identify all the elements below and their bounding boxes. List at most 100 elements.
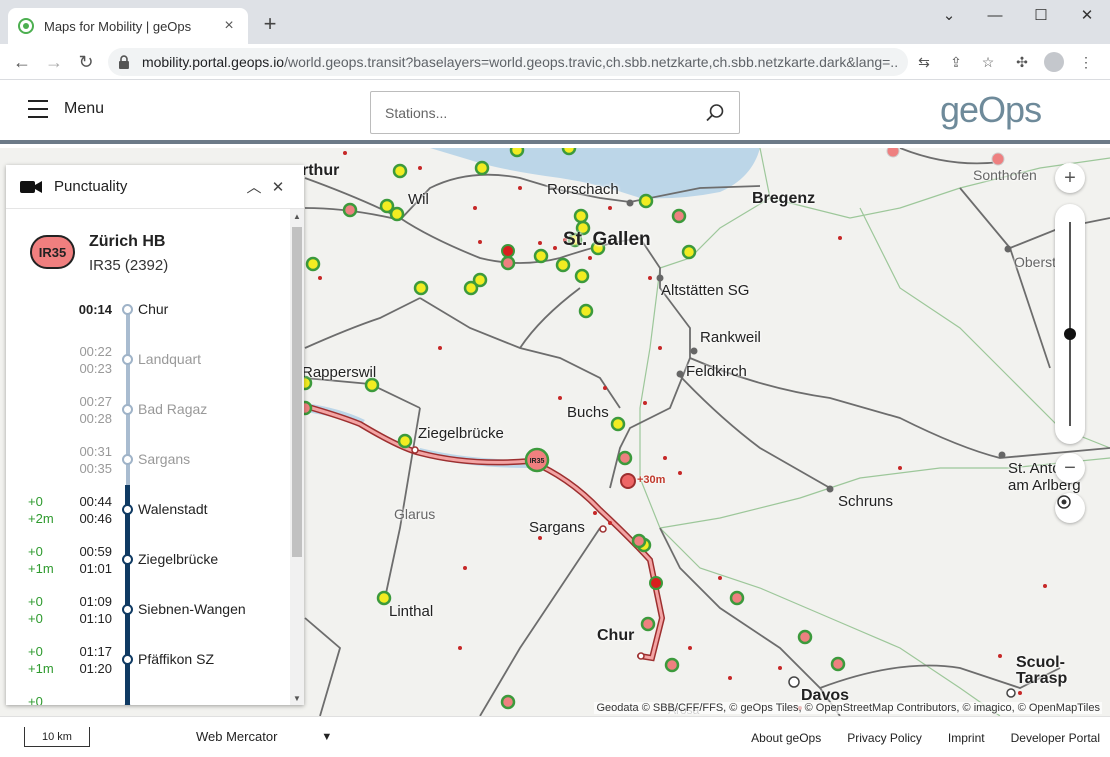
- minimize-icon[interactable]: —: [972, 0, 1018, 30]
- davos-station: [788, 676, 800, 688]
- stop-name: Landquart: [138, 351, 202, 367]
- zoom-out-button[interactable]: −: [1055, 453, 1085, 483]
- stop-times: 01:17 01:20: [79, 644, 112, 676]
- label-ziegelbrucke: Ziegelbrücke: [418, 425, 504, 442]
- stop-times: 01:27: [70, 701, 112, 705]
- stop-row[interactable]: 00:31 00:35 Sargans: [6, 443, 290, 493]
- footer: 10 km Web Mercator ▼ About geOps Privacy …: [0, 716, 1110, 757]
- search-icon[interactable]: [705, 103, 725, 123]
- zoom-slider[interactable]: [1055, 204, 1085, 444]
- label-tarasp: Tarasp: [1016, 670, 1068, 687]
- train-badge: IR35: [30, 235, 75, 269]
- menu-button[interactable]: Menu: [28, 100, 104, 118]
- url-text: mobility.portal.geops.io/world.geops.tra…: [141, 54, 898, 70]
- label-altstatten: Altstätten SG: [661, 282, 750, 299]
- stop-node: [122, 704, 133, 705]
- extensions-icon[interactable]: ✣: [1006, 50, 1038, 74]
- stop-times: 00:59 01:01: [79, 544, 112, 576]
- browser-tab[interactable]: Maps for Mobility | geOps ×: [8, 8, 248, 44]
- scroll-up-icon[interactable]: ▲: [290, 209, 304, 223]
- label-winterthur: rthur: [302, 162, 340, 179]
- zoom-slider-thumb[interactable]: [1064, 328, 1076, 340]
- stop-node: [122, 404, 133, 415]
- lock-icon: [118, 55, 129, 69]
- map-attribution[interactable]: Geodata © SBB/CFF/FFS, © geOps Tiles, © …: [594, 702, 1102, 714]
- reload-icon[interactable]: ↻: [74, 50, 98, 74]
- station-search-input[interactable]: [385, 104, 705, 121]
- stop-node: [122, 304, 133, 315]
- label-st-gallen: St. Gallen: [563, 229, 651, 250]
- label-schruns: Schruns: [838, 493, 894, 510]
- tab-title: Maps for Mobility | geOps: [44, 18, 192, 34]
- close-window-icon[interactable]: ✕: [1064, 0, 1110, 30]
- tab-search-icon[interactable]: ⌄: [926, 0, 972, 30]
- stop-row[interactable]: +0 +1m 01:17 01:20 Pfäffikon SZ: [6, 643, 290, 693]
- footer-link[interactable]: Developer Portal: [1011, 731, 1100, 745]
- train-destination: Zürich HB: [89, 233, 166, 250]
- label-bregenz: Bregenz: [752, 190, 816, 207]
- projection-select[interactable]: Web Mercator ▼: [196, 729, 332, 744]
- footer-link[interactable]: Imprint: [948, 731, 985, 745]
- stop-row[interactable]: 00:14 Chur: [6, 293, 290, 343]
- label-wil: Wil: [408, 191, 429, 208]
- panel-title: Punctuality: [54, 178, 128, 195]
- delayed-trains: [297, 202, 846, 710]
- label-rorschach: Rorschach: [547, 181, 619, 198]
- stop-row[interactable]: +0 +2m 00:44 00:46 Walenstadt: [6, 493, 290, 543]
- projection-label: Web Mercator: [196, 729, 278, 744]
- scroll-down-icon[interactable]: ▼: [290, 691, 304, 705]
- city-dots: [626, 199, 1012, 493]
- label-rankweil: Rankweil: [700, 329, 761, 346]
- profile-avatar-icon[interactable]: [1044, 52, 1064, 72]
- back-icon[interactable]: ←: [10, 50, 34, 74]
- footer-link[interactable]: About geOps: [751, 731, 821, 745]
- stop-row[interactable]: 00:27 00:28 Bad Ragaz: [6, 393, 290, 443]
- stop-times: 01:09 01:10: [79, 594, 112, 626]
- stop-times: 00:22 00:23: [79, 344, 112, 376]
- panel-header: Punctuality ︿ ✕: [6, 165, 304, 209]
- panel-scrollbar[interactable]: ▲ ▼: [290, 209, 304, 705]
- stop-node: [122, 354, 133, 365]
- stop-delay: +0 +1m: [28, 644, 54, 676]
- stop-name: Bad Ragaz: [138, 401, 208, 417]
- label-glarus: Glarus: [394, 506, 436, 522]
- window-controls: ⌄ — ☐ ✕: [926, 0, 1110, 30]
- stop-delay: +0 +0: [28, 594, 43, 626]
- delayed-train-marker[interactable]: [620, 473, 636, 489]
- new-tab-icon[interactable]: +: [258, 12, 282, 36]
- stop-times: 00:44 00:46: [79, 494, 112, 526]
- geolocate-button[interactable]: [1055, 493, 1085, 523]
- stop-row[interactable]: +0 +0 01:09 01:10 Siebnen-Wangen: [6, 593, 290, 643]
- bookmark-star-icon[interactable]: ☆: [972, 50, 1004, 74]
- delay-tag: +30m: [637, 474, 666, 486]
- video-camera-icon: [20, 180, 42, 193]
- scroll-thumb[interactable]: [292, 227, 302, 557]
- tab-close-icon[interactable]: ×: [220, 17, 238, 35]
- stop-delay: +0 +1m: [28, 544, 54, 576]
- more-menu-icon[interactable]: ⋮: [1070, 50, 1102, 74]
- stop-name: Pfäffikon SZ: [138, 651, 215, 667]
- footer-links: About geOps Privacy Policy Imprint Develope…: [725, 731, 1100, 745]
- geops-logo[interactable]: geOps: [940, 89, 1065, 132]
- label-feldkirch: Feldkirch: [686, 363, 747, 380]
- label-buchs: Buchs: [567, 404, 609, 421]
- panel-close-icon[interactable]: ✕: [266, 178, 290, 196]
- zoom-in-button[interactable]: +: [1055, 163, 1085, 193]
- punctuality-panel: Punctuality ︿ ✕ IR35 Zürich HB IR35 (239…: [6, 165, 304, 705]
- stop-row[interactable]: +0 +1m 00:59 01:01 Ziegelbrücke: [6, 543, 290, 593]
- stop-delay: +0 +2m: [28, 494, 54, 526]
- stop-node: [122, 604, 133, 615]
- browser-tabbar: Maps for Mobility | geOps × + ⌄ — ☐ ✕: [0, 0, 1110, 44]
- hamburger-icon: [28, 100, 48, 118]
- forward-icon[interactable]: →: [42, 50, 66, 74]
- footer-link[interactable]: Privacy Policy: [847, 731, 922, 745]
- maximize-icon[interactable]: ☐: [1018, 0, 1064, 30]
- train-header: IR35 Zürich HB IR35 (2392): [30, 233, 168, 274]
- translate-icon[interactable]: ⇆: [908, 50, 940, 74]
- stop-row[interactable]: +0 01:27: [6, 693, 290, 705]
- collapse-chevron-icon[interactable]: ︿: [242, 176, 266, 197]
- locate-icon: [1057, 495, 1071, 509]
- share-icon[interactable]: ⇪: [940, 50, 972, 74]
- address-bar[interactable]: mobility.portal.geops.io/world.geops.tra…: [108, 48, 908, 76]
- stop-row[interactable]: 00:22 00:23 Landquart: [6, 343, 290, 393]
